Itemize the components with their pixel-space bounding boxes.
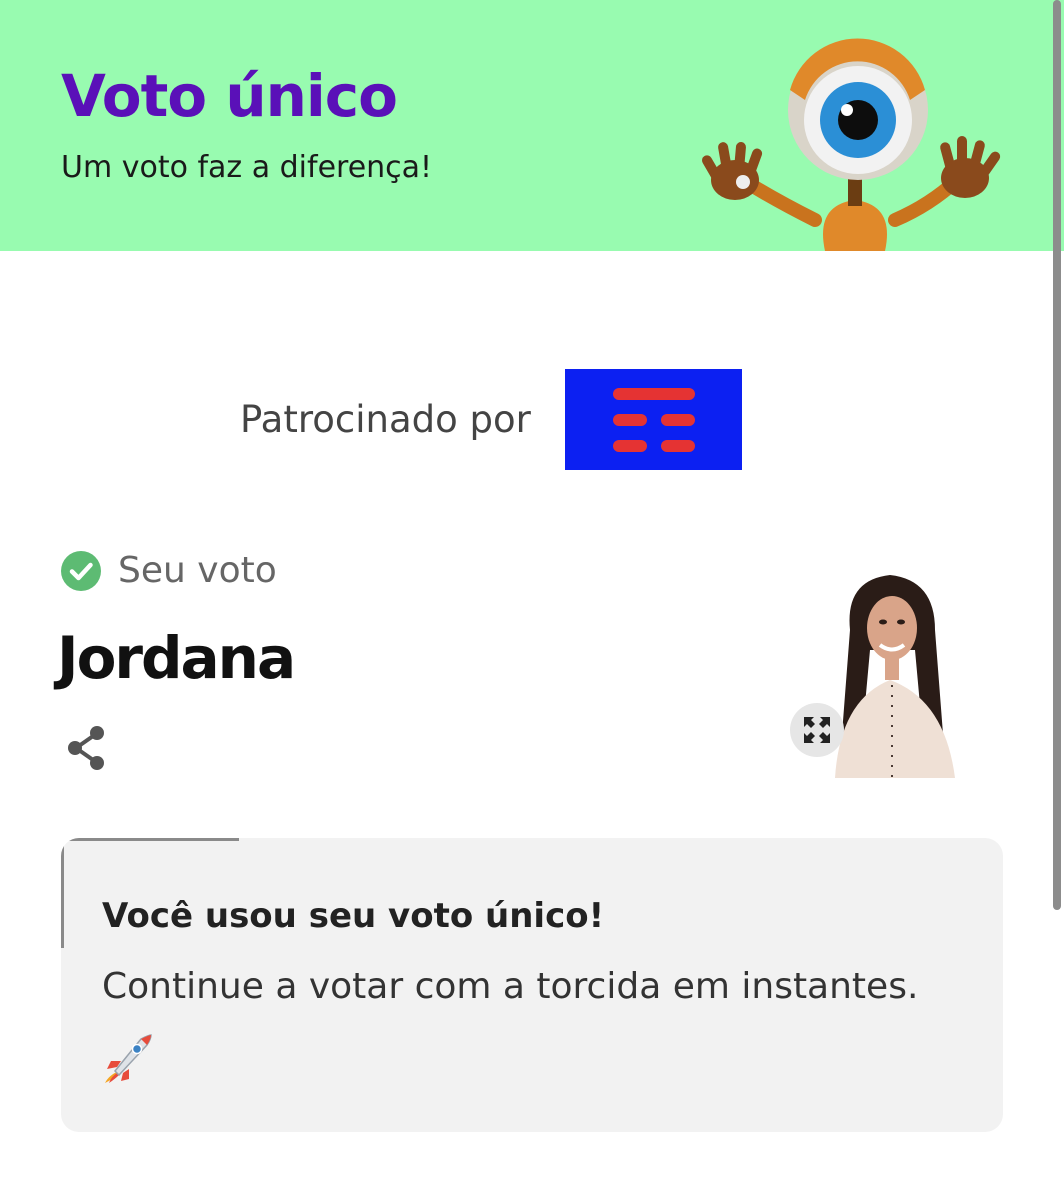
sponsor-logo[interactable] — [565, 369, 742, 470]
scrollbar[interactable] — [1053, 0, 1061, 910]
header-banner: Voto único Um voto faz a diferença! — [0, 0, 1064, 251]
vote-used-notice: Você usou seu voto único! Continue a vot… — [61, 838, 1003, 1132]
notice-accent — [61, 838, 239, 841]
notice-accent — [61, 838, 64, 948]
check-circle-icon — [61, 551, 101, 591]
candidate-name: Jordana — [57, 624, 296, 692]
share-icon[interactable] — [66, 725, 108, 771]
rocket-icon — [105, 1034, 152, 1083]
vote-status-label: Seu voto — [118, 550, 277, 591]
expand-photo-button[interactable] — [790, 703, 844, 757]
sponsor-label: Patrocinado por — [240, 398, 531, 441]
big-brother-eye-mascot-icon — [702, 38, 1001, 251]
notice-title: Você usou seu voto único! — [102, 896, 605, 936]
page-title: Voto único — [61, 62, 398, 130]
page-subtitle: Um voto faz a diferença! — [61, 150, 433, 185]
expand-icon — [804, 717, 830, 743]
notice-text: Continue a votar com a torcida em instan… — [102, 966, 919, 1007]
